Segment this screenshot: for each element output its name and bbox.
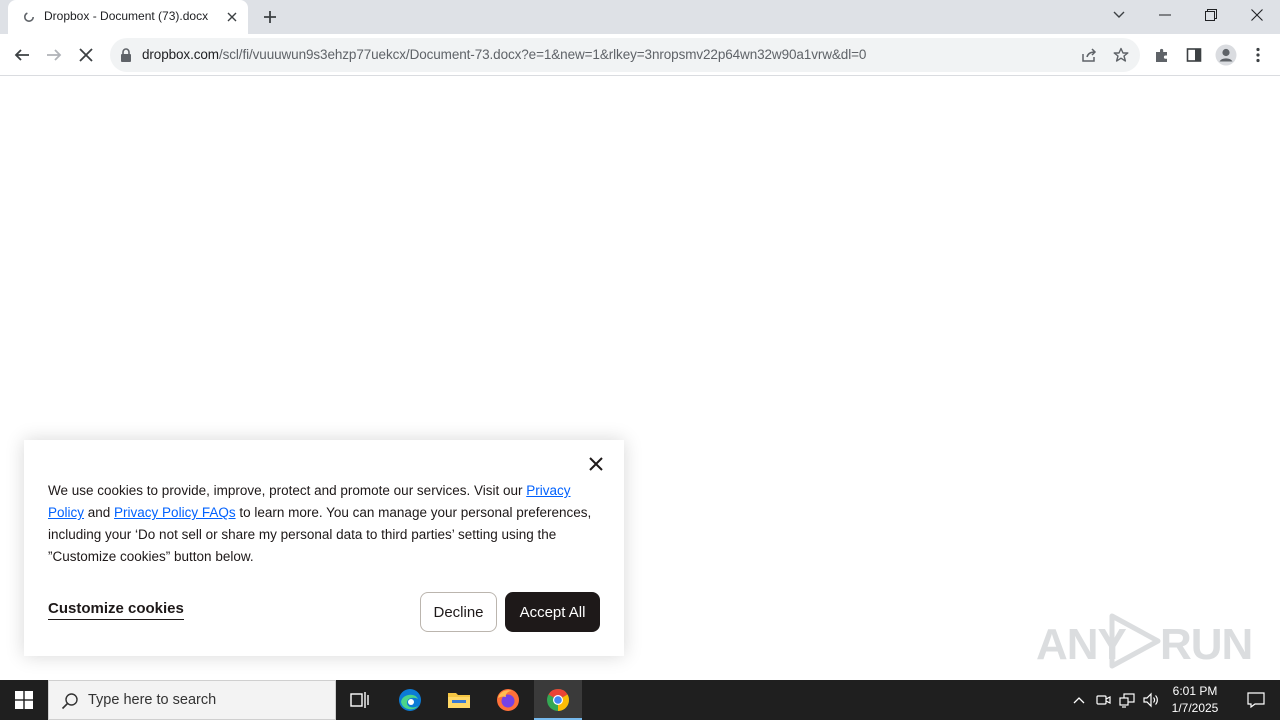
decline-button[interactable]: Decline — [420, 592, 497, 632]
taskbar-firefox[interactable] — [484, 680, 532, 720]
extensions-button[interactable] — [1150, 43, 1174, 67]
windows-logo-icon — [15, 691, 33, 709]
lock-icon[interactable] — [120, 48, 132, 62]
arrow-right-icon — [47, 49, 62, 61]
close-icon — [79, 48, 93, 62]
taskbar-search-box[interactable]: Type here to search — [48, 680, 336, 720]
tab-title: Dropbox - Document (73).docx — [44, 9, 209, 23]
puzzle-icon — [1156, 48, 1167, 62]
stop-loading-button[interactable] — [74, 43, 98, 67]
url-path: /scl/fi/vuuuwun9s3ehzp77uekcx/Document-7… — [218, 47, 867, 62]
play-logo-icon — [1109, 613, 1161, 669]
privacy-policy-faqs-link[interactable]: Privacy Policy FAQs — [114, 505, 236, 520]
notification-center-button[interactable] — [1232, 680, 1280, 720]
cookie-close-button[interactable] — [586, 454, 606, 474]
avatar-icon — [1215, 44, 1237, 66]
accept-all-button[interactable]: Accept All — [505, 592, 600, 632]
side-panel-button[interactable] — [1182, 43, 1206, 67]
tray-volume-icon[interactable] — [1142, 691, 1160, 709]
close-window-button[interactable] — [1234, 0, 1280, 30]
menu-button[interactable] — [1246, 43, 1270, 67]
tray-network-icon[interactable] — [1118, 691, 1136, 709]
minimize-icon — [1159, 14, 1171, 16]
address-url[interactable]: dropbox.com/scl/fi/vuuuwun9s3ehzp77uekcx… — [142, 47, 866, 62]
arrow-left-icon — [14, 49, 29, 61]
start-button[interactable] — [0, 680, 48, 720]
close-icon — [1251, 9, 1263, 21]
bookmark-star-icon[interactable] — [1112, 46, 1130, 64]
taskbar-edge[interactable] — [386, 680, 434, 720]
forward-button[interactable] — [42, 43, 66, 67]
tab-search-button[interactable] — [1096, 0, 1142, 30]
windows-taskbar: Type here to search 6:01 PM 1/7/2025 — [0, 680, 1280, 720]
firefox-icon — [497, 689, 519, 711]
tray-overflow-chevron-up-icon[interactable] — [1070, 691, 1088, 709]
edge-icon — [399, 689, 421, 711]
restore-button[interactable] — [1188, 0, 1234, 30]
folder-icon — [448, 693, 470, 708]
more-vert-icon — [1256, 47, 1260, 63]
chevron-down-icon — [1113, 11, 1125, 18]
watermark-text-right: RUN — [1160, 620, 1253, 669]
clock-date: 1/7/2025 — [1171, 701, 1219, 715]
browser-toolbar: dropbox.com/scl/fi/vuuuwun9s3ehzp77uekcx… — [0, 34, 1280, 76]
tray-meet-icon[interactable] — [1094, 691, 1112, 709]
close-icon — [589, 457, 603, 471]
cookie-consent-dialog: We use cookies to provide, improve, prot… — [24, 440, 624, 656]
search-placeholder: Type here to search — [88, 692, 217, 708]
notification-icon — [1247, 692, 1265, 708]
cookie-text-part-2: and — [84, 505, 115, 520]
task-view-button[interactable] — [336, 680, 384, 720]
search-icon — [61, 693, 78, 710]
restore-icon — [1205, 9, 1217, 21]
tab-strip: Dropbox - Document (73).docx — [0, 0, 1280, 34]
address-bar[interactable]: dropbox.com/scl/fi/vuuuwun9s3ehzp77uekcx… — [110, 38, 1140, 72]
task-view-icon — [350, 692, 369, 708]
plus-icon — [264, 11, 276, 23]
chrome-icon — [547, 689, 569, 711]
browser-tab-active[interactable]: Dropbox - Document (73).docx — [8, 0, 248, 34]
tab-close-icon[interactable] — [224, 9, 240, 25]
taskbar-clock[interactable]: 6:01 PM 1/7/2025 — [1160, 683, 1230, 717]
new-tab-button[interactable] — [258, 5, 282, 29]
cookie-text-part-1: We use cookies to provide, improve, prot… — [48, 483, 527, 498]
loading-favicon-icon — [24, 12, 34, 22]
minimize-button[interactable] — [1142, 0, 1188, 30]
taskbar-file-explorer[interactable] — [435, 680, 483, 720]
anyrun-watermark: ANY RUN — [1036, 610, 1253, 672]
back-button[interactable] — [10, 43, 34, 67]
clock-time: 6:01 PM — [1172, 684, 1218, 698]
taskbar-chrome[interactable] — [534, 680, 582, 720]
cookie-message: We use cookies to provide, improve, prot… — [48, 480, 600, 568]
profile-button[interactable] — [1214, 43, 1238, 67]
side-panel-icon — [1186, 48, 1202, 62]
customize-cookies-link[interactable]: Customize cookies — [48, 600, 184, 620]
url-host: dropbox.com — [142, 47, 219, 62]
share-icon[interactable] — [1080, 46, 1098, 64]
